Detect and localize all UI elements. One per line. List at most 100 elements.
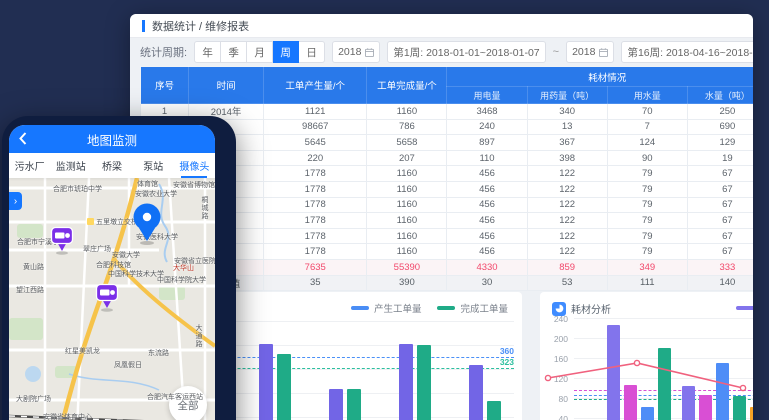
map-view[interactable]: › 全部 合肥市琥珀中学体育馆安徽农业大学安徽省博物馆五里墩立交桥合肥市宁溪小学…: [9, 178, 215, 420]
table-cell: 1160: [367, 197, 447, 213]
reference-line-label: 323: [500, 357, 514, 367]
y-axis-tick: 40: [544, 414, 568, 420]
average-cell: 30: [447, 275, 527, 291]
week-start-input[interactable]: 第1周: 2018-01-01~2018-01-07: [387, 41, 545, 63]
column-header: 工单产生量/个: [264, 67, 367, 104]
group-header: 耗材情况: [447, 67, 753, 87]
back-icon[interactable]: [19, 132, 27, 145]
filter-toolbar: 统计周期: 年季月周日 2018 第1周: 2018-01-01~2018-01…: [130, 38, 753, 66]
camera-pin-icon[interactable]: [50, 226, 74, 256]
map-label: 翠庄广场: [83, 246, 111, 253]
consumable-bar[interactable]: [699, 395, 712, 420]
period-option-日[interactable]: 日: [299, 41, 325, 63]
total-cell: 55390: [367, 259, 447, 275]
total-cell: 7635: [264, 259, 367, 275]
consumable-bar[interactable]: [607, 325, 620, 420]
tab-监测站[interactable]: 监测站: [50, 153, 91, 178]
bar-产生工单量[interactable]: [469, 365, 483, 420]
sub-column-header: 用电量: [447, 87, 527, 104]
consumable-bar[interactable]: [624, 385, 637, 420]
table-cell: 79: [607, 197, 687, 213]
table-cell: 67: [687, 244, 753, 260]
consumable-bar[interactable]: [716, 363, 729, 420]
consumable-bar[interactable]: [682, 386, 695, 420]
map-expander-button[interactable]: ›: [9, 192, 22, 210]
filter-label: 统计周期:: [140, 44, 187, 60]
consumable-bar[interactable]: [750, 407, 753, 420]
map-label: 凤凰假日: [114, 362, 142, 369]
screenshot-stage: 数据统计 / 维修报表 统计周期: 年季月周日 2018 第1周: 2018-0…: [0, 0, 769, 420]
table-cell: 5658: [367, 135, 447, 151]
bar-产生工单量[interactable]: [399, 344, 413, 420]
bar-完成工单量[interactable]: [487, 401, 501, 420]
consumable-bar[interactable]: [733, 396, 746, 420]
tab-污水厂[interactable]: 污水厂: [9, 153, 50, 178]
map-label: 东流路: [148, 350, 169, 357]
consumable-bar[interactable]: [658, 348, 671, 420]
table-cell: 456: [447, 213, 527, 229]
table-cell: 122: [527, 197, 607, 213]
y-axis-tick: 240: [544, 314, 568, 324]
selected-location-pin-icon[interactable]: [129, 202, 165, 246]
table-cell: 98667: [264, 119, 367, 135]
bar-完成工单量[interactable]: [347, 389, 361, 420]
bar-产生工单量[interactable]: [329, 389, 343, 420]
map-label: 中国科学院大学: [157, 277, 206, 284]
year-end-picker[interactable]: 2018: [566, 41, 614, 63]
table-cell: 220: [264, 150, 367, 166]
table-cell: 367: [527, 135, 607, 151]
period-option-年[interactable]: 年: [194, 41, 221, 63]
table-cell: 79: [607, 213, 687, 229]
sub-column-header: 用药量（吨）: [527, 87, 607, 104]
map-label: 合肥市琥珀中学: [53, 186, 102, 193]
camera-pin-icon[interactable]: [95, 283, 119, 313]
map-label: 黄山路: [23, 264, 44, 271]
bar-完成工单量[interactable]: [417, 345, 431, 420]
sub-column-header: 用水量: [607, 87, 687, 104]
bar-完成工单量[interactable]: [277, 354, 291, 420]
year-start-picker[interactable]: 2018: [332, 41, 380, 63]
column-header: 时间: [189, 67, 264, 104]
period-option-周[interactable]: 周: [273, 41, 299, 63]
table-cell: 1778: [264, 166, 367, 182]
table-cell: 250: [687, 104, 753, 120]
tab-桥梁[interactable]: 桥梁: [91, 153, 132, 178]
map-all-button[interactable]: 全部: [169, 386, 207, 420]
map-label: 大通路: [195, 324, 202, 348]
map-label: 桐城路: [201, 196, 208, 220]
bar-产生工单量[interactable]: [259, 344, 273, 420]
table-cell: 456: [447, 181, 527, 197]
table-cell: 456: [447, 166, 527, 182]
consumables-plot: 2402001601208040: [540, 292, 753, 420]
map-label: 安徽省博物馆: [173, 182, 215, 189]
map-label: 安徽农业大学: [135, 191, 177, 198]
tab-泵站[interactable]: 泵站: [133, 153, 174, 178]
map-label: 大剧院广场: [16, 396, 51, 403]
week-end-input[interactable]: 第16周: 2018-04-16~2018-04-22: [621, 41, 753, 63]
sub-column-header: 水量（吨）: [687, 87, 753, 104]
table-cell: 1778: [264, 213, 367, 229]
consumable-bar[interactable]: [641, 407, 654, 420]
table-row[interactable]: 12014年11211160346834070250: [141, 104, 754, 120]
table-cell: 1778: [264, 228, 367, 244]
table-cell: 1121: [264, 104, 367, 120]
average-cell: 140: [687, 275, 753, 291]
period-option-季[interactable]: 季: [221, 41, 247, 63]
table-cell: 67: [687, 166, 753, 182]
tab-摄像头[interactable]: 摄像头: [174, 153, 215, 178]
map-label: 安徽省体育中心: [43, 414, 92, 420]
gridline: [574, 338, 753, 339]
table-cell: 13: [527, 119, 607, 135]
table-cell: 110: [447, 150, 527, 166]
map-label: 合肥科技馆: [96, 262, 131, 269]
phone-header: 地图监测: [9, 125, 215, 153]
total-cell: 4330: [447, 259, 527, 275]
table-cell: 1778: [264, 197, 367, 213]
road-badge-icon: [87, 218, 94, 225]
map-label: 安徽大学: [112, 252, 140, 259]
table-cell: 67: [687, 181, 753, 197]
table-cell: 207: [367, 150, 447, 166]
consumables-chart-card: 耗材分析 2402001601208040: [540, 292, 753, 420]
breadcrumb-accent-bar: [142, 20, 145, 32]
period-option-月[interactable]: 月: [247, 41, 273, 63]
